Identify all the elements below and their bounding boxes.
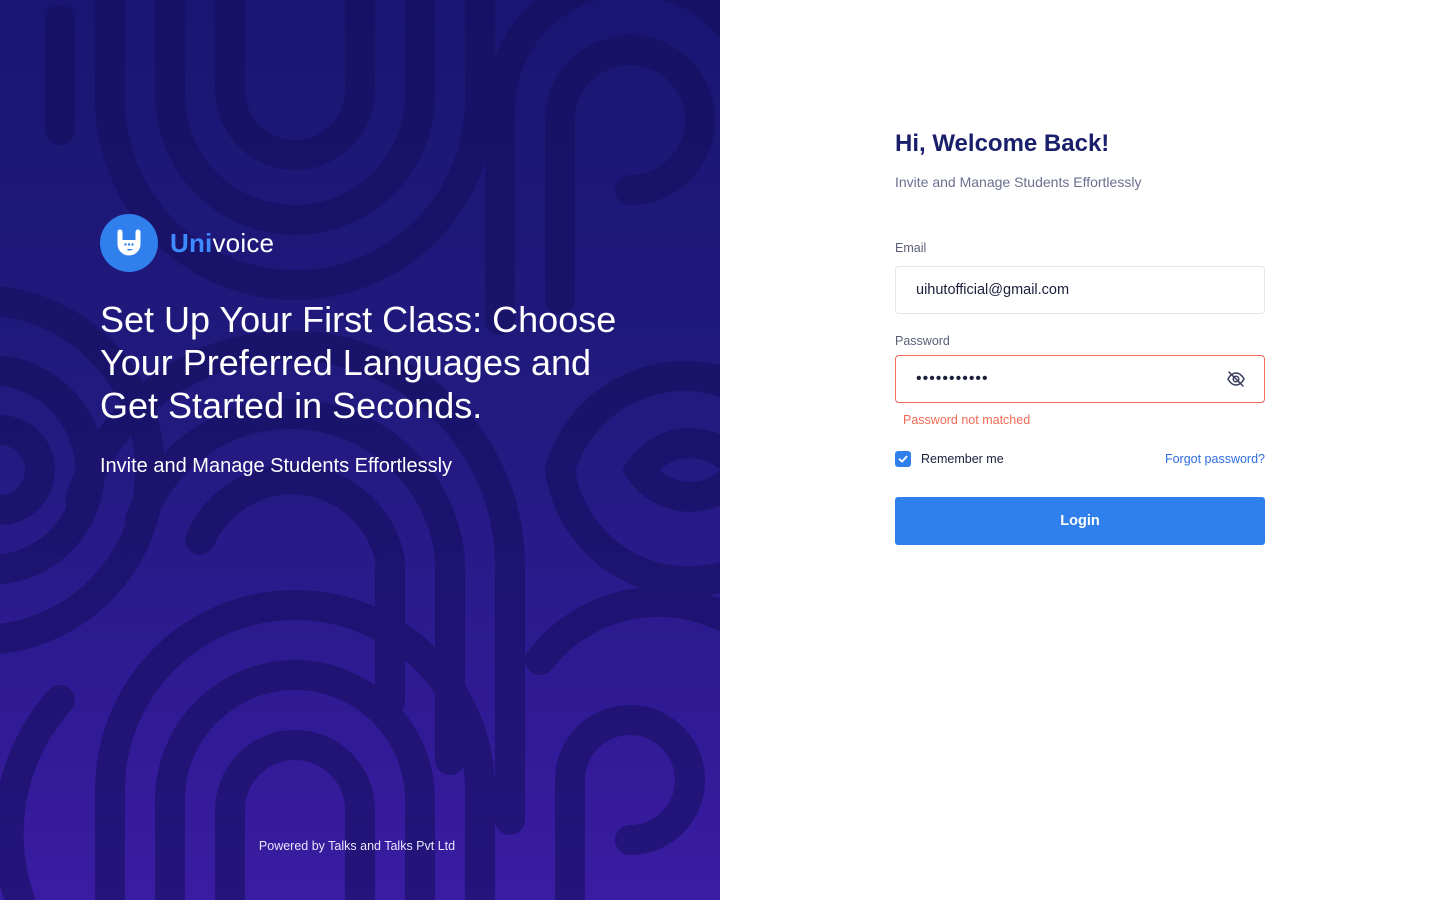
password-label: Password [895,334,950,348]
brand-lockup: Univoice [100,214,274,272]
eye-off-icon[interactable] [1226,369,1246,389]
login-panel: Hi, Welcome Back! Invite and Manage Stud… [720,0,1440,900]
password-field[interactable] [896,356,1216,402]
password-field-wrapper [895,355,1265,403]
password-error-message: Password not matched [903,413,1031,427]
checkbox-checked-icon[interactable] [895,451,911,467]
remember-me-label: Remember me [921,452,1004,466]
speech-bubble-u-icon [100,214,158,272]
login-form: Hi, Welcome Back! Invite and Manage Stud… [895,128,1265,545]
background-pattern [0,0,720,900]
login-button[interactable]: Login [895,497,1265,545]
welcome-subheading: Invite and Manage Students Effortlessly [895,174,1142,190]
brand-name-rest: voice [212,227,275,258]
brand-name: Univoice [170,228,274,259]
hero-title: Set Up Your First Class: Choose Your Pre… [100,299,617,426]
hero-subtitle: Invite and Manage Students Effortlessly [100,455,453,477]
welcome-heading: Hi, Welcome Back! [895,130,1110,157]
remember-me-checkbox[interactable]: Remember me [895,451,1004,467]
powered-by-text: Powered by Talks and Talks Pvt Ltd [258,839,456,853]
forgot-password-link[interactable]: Forgot password? [1165,452,1265,466]
email-label: Email [895,241,927,255]
branding-panel: Univoice Set Up Your First Class: Choose… [0,0,720,900]
brand-name-accent: Uni [170,227,213,258]
email-field[interactable] [895,266,1265,314]
